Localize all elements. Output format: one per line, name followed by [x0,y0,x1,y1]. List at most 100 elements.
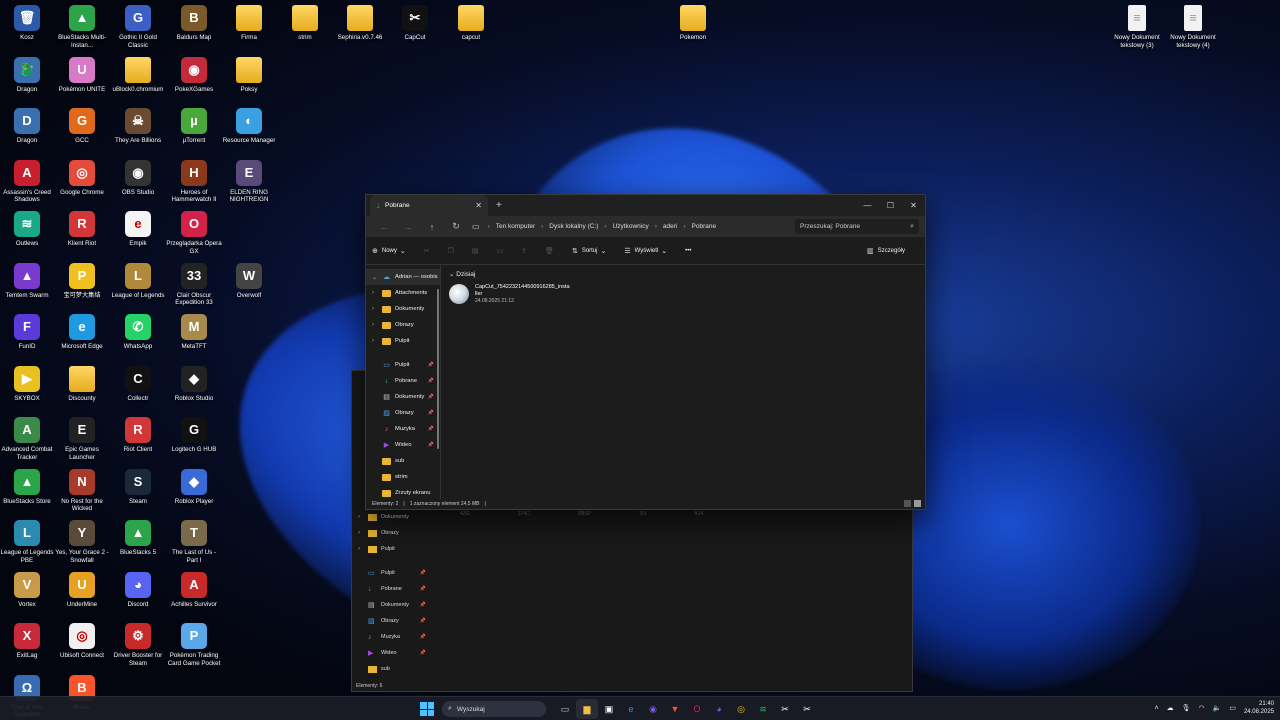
pin-icon[interactable]: 📌 [420,570,426,576]
close-tab-icon[interactable]: ✕ [475,201,482,210]
desktop-shortcut[interactable]: Firma [221,5,277,42]
sidebar-item[interactable]: ⌄ ☁ Adrian — osobis [366,269,440,285]
pin-icon[interactable]: 📌 [420,586,426,592]
desktop-shortcut[interactable]: G Logitech G HUB [166,417,222,454]
quick-access-item[interactable]: ▭ Pulpit 📌 [366,357,440,373]
maximize-button[interactable]: ☐ [879,195,902,216]
sidebar-item[interactable]: › Obrazy [366,317,440,333]
onedrive-icon[interactable]: ☁ [1167,704,1174,712]
desktop-shortcut[interactable]: B Baldurs Map [166,5,222,42]
task-view-icon[interactable]: ▭ [554,699,576,719]
desktop-shortcut[interactable]: ▲ Temtem Swarm [0,262,55,300]
new-tab-button[interactable]: + [496,200,502,211]
desktop-shortcut[interactable]: P 宝可梦大集结 [54,262,110,300]
sidebar-item[interactable]: › Attachments [366,285,440,301]
desktop-shortcut[interactable]: ◎ Ubisoft Connect [54,623,110,660]
more-options-button[interactable]: ••• [685,248,691,254]
clock[interactable]: 21:40 24.08.2025 [1244,700,1274,716]
desktop-shortcut[interactable]: e Microsoft Edge [54,314,110,351]
microphone-icon[interactable]: 🎙 [1182,704,1191,712]
desktop-shortcut[interactable]: ◕ Discord [110,571,166,609]
desktop-shortcut[interactable]: uBlock0.chromium [110,56,166,94]
sort-button[interactable]: ⇅ Sortuj ⌄ [572,247,610,255]
desktop-shortcut[interactable]: ▲ BlueStacks 5 [110,520,166,557]
chevron-right-icon[interactable]: › [358,546,368,552]
breadcrumb-item[interactable]: Ten komputer [496,223,535,230]
desktop-shortcut[interactable]: Poksy [221,56,277,94]
quick-access-item[interactable]: ↓ Pobrane 📌 [358,581,426,597]
capcut-icon[interactable]: ✂ [774,699,796,719]
delete-button[interactable]: 🗑 [545,247,558,255]
desktop-shortcut[interactable]: R Riot Client [110,417,166,454]
quick-access-item[interactable]: sub [366,453,440,469]
desktop-shortcut[interactable]: U UnderMine [54,571,110,609]
breadcrumb-item[interactable]: Użytkownicy [613,223,649,230]
quick-access-item[interactable]: ▭ Pulpit 📌 [358,565,426,581]
desktop-shortcut[interactable]: ⚙ Driver Booster for Steam [110,623,166,667]
forward-button[interactable]: → [396,222,420,232]
desktop-shortcut[interactable]: S Steam [110,468,166,506]
desktop-shortcut[interactable]: ◉ PokeXGames [166,56,222,94]
search-box[interactable]: Przeszukaj: Pobrane ⌕ [795,219,919,234]
desktop-shortcut[interactable]: ◎ Google Chrome [54,159,110,197]
desktop-shortcut[interactable]: E ELDEN RING NIGHTREIGN [221,159,277,204]
desktop-shortcut[interactable]: V Vortex [0,571,55,609]
outlook-icon[interactable]: ◉ [642,699,664,719]
desktop-shortcut[interactable]: ▲ BlueStacks Store [0,468,55,506]
file-explorer-icon[interactable]: ▆ [576,699,598,719]
breadcrumb-item[interactable]: aderi [663,223,677,230]
title-bar[interactable]: ↓ Pobrane ✕ + — ☐ ✕ [366,195,925,216]
store-icon[interactable]: ▣ [598,699,620,719]
desktop-shortcut[interactable]: ▲ BlueStacks Multi-Instan... [54,5,110,49]
view-button[interactable]: ☰ Wyświetl ⌄ [624,247,671,255]
pin-icon[interactable]: 📌 [428,394,434,400]
paste-button[interactable]: ▤ [472,247,483,255]
cut-button[interactable]: ✂ [424,247,434,255]
pin-icon[interactable]: 📌 [428,426,434,432]
pin-icon[interactable]: 📌 [428,442,434,448]
desktop-shortcut[interactable]: Discounty [54,365,110,403]
desktop-shortcut[interactable]: strim [277,5,333,42]
share-button[interactable]: ⇪ [521,247,531,255]
desktop-shortcut[interactable]: N No Rest for the Wicked [54,468,110,513]
chevron-right-icon[interactable]: › [372,306,382,312]
desktop-shortcut[interactable]: O Przeglądarka Opera GX [166,211,222,255]
explorer-window[interactable]: ↓ Pobrane ✕ + — ☐ ✕ ← → ↑ ↻ ▭ › Ten kompu… [365,194,926,510]
breadcrumb[interactable]: ▭ › Ten komputer › Dysk lokalny (C:) › Użytko… [472,219,772,234]
desktop-shortcut[interactable]: G GCC [54,108,110,145]
taskbar-search[interactable]: ⌕ Wyszukaj [442,701,546,717]
group-header[interactable]: ⌄ Dzisiaj [449,270,917,278]
sidebar-item[interactable]: › Dokumenty [366,301,440,317]
desktop-shortcut[interactable]: e Empik [110,211,166,248]
back-button[interactable]: ← [372,222,396,232]
battery-icon[interactable]: ▭ [1229,704,1236,712]
desktop-shortcut[interactable]: ≡ Nowy Dokument tekstowy (4) [1165,5,1221,49]
minimize-button[interactable]: — [856,195,879,216]
file-item[interactable]: CapCut_7542232144500916285_installer 24.… [449,284,917,304]
desktop-shortcut[interactable]: 🗑 Kosz [0,5,55,42]
desktop-shortcut[interactable]: C Collectr [110,365,166,403]
desktop-shortcut[interactable]: ≡ Nowy Dokument tekstowy (3) [1109,5,1165,49]
file-list[interactable]: ⌄ Dzisiaj CapCut_7542232144500916285_ins… [441,265,925,499]
tab-pobrane[interactable]: ↓ Pobrane ✕ [370,195,488,216]
quick-access-item[interactable]: ▶ Wideo 📌 [366,437,440,453]
desktop-shortcut[interactable]: D Dragon [0,108,55,145]
chevron-up-icon[interactable]: ˄ [1155,705,1159,712]
desktop-shortcut[interactable]: µ µTorrent [166,108,222,145]
desktop-shortcut[interactable]: ☠ They Are Billions [110,108,166,145]
desktop-shortcut[interactable]: capcut [443,5,499,42]
sidebar-item[interactable]: › Dokumenty [358,509,426,525]
tiles-view-icon[interactable] [914,500,921,507]
desktop-shortcut[interactable]: ◉ OBS Studio [110,159,166,197]
pin-icon[interactable]: 📌 [420,650,426,656]
pin-icon[interactable]: 📌 [420,602,426,608]
desktop-shortcut[interactable]: ✆ WhatsApp [110,314,166,351]
discord-icon[interactable]: ◕ [708,699,730,719]
wifi-icon[interactable]: ◠ [1199,704,1205,712]
edge-icon[interactable]: e [620,699,642,719]
details-button[interactable]: ▥ Szczegóły [867,247,905,255]
quick-access-item[interactable]: ▨ Obrazy 📌 [358,613,426,629]
desktop-shortcut[interactable]: ◆ Roblox Studio [166,365,222,403]
sidebar-item[interactable]: › Pulpit [358,541,426,557]
copy-button[interactable]: ❐ [448,247,458,255]
